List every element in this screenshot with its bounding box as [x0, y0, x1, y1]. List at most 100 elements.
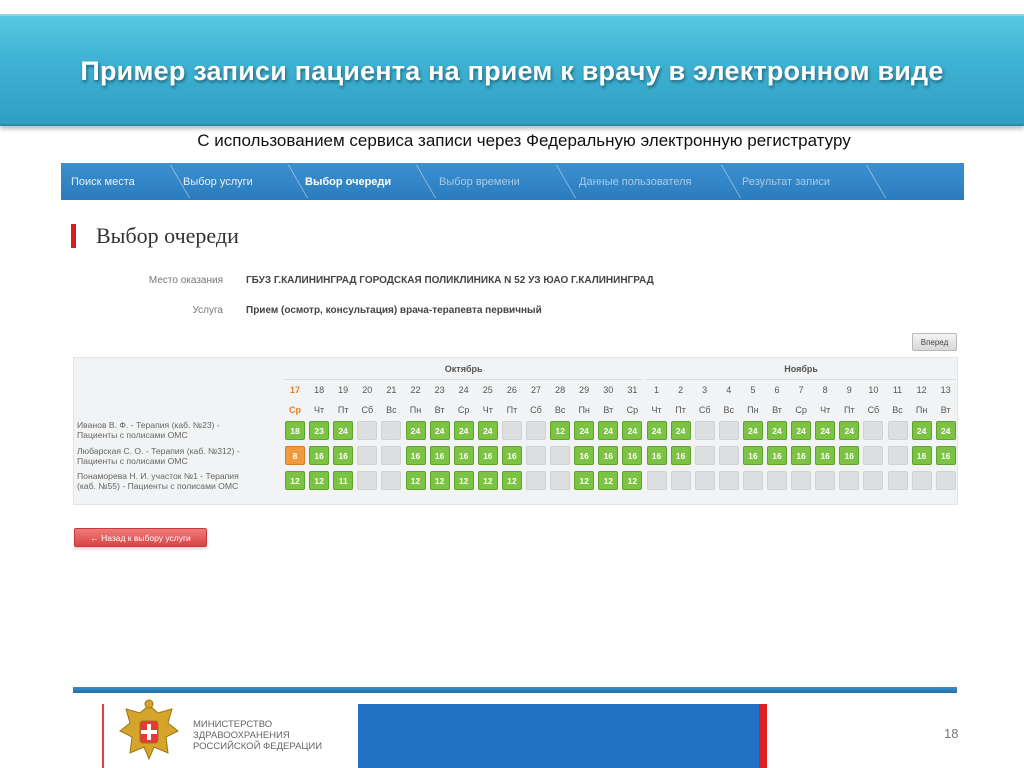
available-slots-cell[interactable]: 24: [839, 421, 860, 440]
day-of-week: Ср: [795, 405, 807, 415]
available-slots-cell[interactable]: 24: [622, 421, 643, 440]
day-number: 26: [506, 385, 517, 395]
available-slots-cell[interactable]: 24: [477, 421, 498, 440]
available-slots-cell[interactable]: 24: [815, 421, 836, 440]
available-slots-cell[interactable]: 24: [453, 421, 474, 440]
day-number: 13: [940, 385, 951, 395]
step-select-service[interactable]: Выбор услуги: [171, 163, 309, 200]
available-slots-cell[interactable]: 16: [646, 446, 667, 465]
day-of-week: Вт: [434, 405, 445, 415]
step-result[interactable]: Результат записи: [722, 163, 887, 200]
day-number: 11: [892, 385, 903, 395]
step-select-time[interactable]: Выбор времени: [417, 163, 577, 200]
available-slots-cell[interactable]: 12: [501, 471, 522, 490]
available-slots-cell[interactable]: 16: [309, 446, 330, 465]
step-search-place[interactable]: Поиск места: [61, 163, 191, 200]
step-user-data[interactable]: Данные пользователя: [557, 163, 742, 200]
day-number: 6: [774, 385, 780, 395]
available-slots-cell[interactable]: 12: [574, 471, 595, 490]
available-slots-cell[interactable]: 24: [405, 421, 426, 440]
available-slots-cell[interactable]: 16: [935, 446, 956, 465]
available-slots-cell[interactable]: 16: [429, 446, 450, 465]
available-slots-cell[interactable]: 12: [405, 471, 426, 490]
available-slots-cell[interactable]: 12: [429, 471, 450, 490]
day-number: 30: [603, 385, 614, 395]
available-slots-cell[interactable]: 12: [453, 471, 474, 490]
available-slots-cell[interactable]: 24: [670, 421, 691, 440]
available-slots-cell[interactable]: 12: [622, 471, 643, 490]
available-slots-cell[interactable]: 16: [791, 446, 812, 465]
empty-day-cell: [381, 446, 402, 465]
available-slots-cell[interactable]: 24: [935, 421, 956, 440]
available-slots-cell[interactable]: 16: [742, 446, 763, 465]
available-slots-cell[interactable]: 16: [815, 446, 836, 465]
empty-day-cell: [526, 421, 546, 440]
available-slots-cell[interactable]: 24: [598, 421, 619, 440]
day-number: 4: [726, 385, 732, 395]
day-of-week: Пт: [506, 405, 518, 415]
available-slots-cell[interactable]: 16: [574, 446, 595, 465]
slide-subtitle: С использованием сервиса записи через Фе…: [197, 131, 851, 150]
empty-day-cell: [550, 471, 571, 490]
day-of-week: Пн: [915, 405, 928, 415]
available-slots-cell[interactable]: 24: [429, 421, 450, 440]
day-of-week: Чт: [314, 405, 325, 415]
available-slots-cell[interactable]: 24: [574, 421, 595, 440]
available-slots-cell[interactable]: 16: [405, 446, 426, 465]
step-select-queue[interactable]: Выбор очереди: [289, 163, 437, 200]
doctor-queue-label: Пациенты с полисами ОМС: [77, 456, 188, 466]
available-slots-cell[interactable]: 16: [333, 446, 354, 465]
day-of-week: Сб: [530, 405, 542, 415]
place-value: ГБУЗ Г.КАЛИНИНГРАД ГОРОДСКАЯ ПОЛИКЛИНИКА…: [246, 275, 654, 286]
empty-day-cell: [381, 421, 402, 440]
registry-page: Поиск места Выбор услуги Выбор очереди В…: [61, 160, 964, 700]
available-slots-cell[interactable]: 8: [285, 446, 305, 465]
empty-day-cell: [718, 446, 739, 465]
available-slots-cell[interactable]: 12: [550, 421, 571, 440]
available-slots-cell[interactable]: 16: [598, 446, 619, 465]
available-slots-cell[interactable]: 12: [285, 471, 305, 490]
empty-day-cell: [694, 421, 715, 440]
available-slots-cell[interactable]: 24: [742, 421, 763, 440]
available-slots-cell[interactable]: 12: [309, 471, 330, 490]
day-of-week: Пт: [844, 405, 855, 415]
empty-day-cell: [357, 421, 378, 440]
available-slots-cell[interactable]: 16: [453, 446, 474, 465]
available-slots-cell[interactable]: 24: [767, 421, 787, 440]
available-slots-cell[interactable]: 12: [477, 471, 498, 490]
next-button[interactable]: Вперед: [912, 333, 957, 351]
doctor-queue-label: Любарская С. О. - Терапия (каб. №312) -: [77, 446, 240, 456]
available-slots-cell[interactable]: 16: [670, 446, 691, 465]
available-slots-cell[interactable]: 18: [285, 421, 305, 440]
slide-title-banner: Пример записи пациента на прием к врачу …: [0, 14, 1024, 126]
footer-blue-block: [358, 704, 759, 768]
day-of-week: Ср: [457, 405, 470, 415]
available-slots-cell[interactable]: 23: [309, 421, 330, 440]
doctor-queue-label: Пациенты с полисами ОМС: [77, 430, 188, 440]
available-slots-cell[interactable]: 16: [477, 446, 498, 465]
day-number: 19: [338, 385, 349, 395]
day-number: 27: [530, 385, 541, 395]
available-slots-cell[interactable]: 24: [646, 421, 667, 440]
day-number: 7: [798, 385, 804, 395]
day-of-week: Пт: [675, 405, 686, 415]
day-number: 23: [434, 385, 445, 395]
available-slots-cell[interactable]: 16: [622, 446, 643, 465]
available-slots-cell[interactable]: 16: [767, 446, 787, 465]
empty-day-cell: [718, 471, 739, 490]
day-of-week: Сб: [361, 405, 374, 415]
available-slots-cell[interactable]: 16: [501, 446, 522, 465]
available-slots-cell[interactable]: 24: [911, 421, 932, 440]
available-slots-cell[interactable]: 16: [839, 446, 860, 465]
available-slots-cell[interactable]: 12: [598, 471, 619, 490]
day-of-week: Вт: [772, 405, 782, 415]
empty-day-cell: [815, 471, 836, 490]
day-of-week: Сб: [867, 405, 880, 415]
available-slots-cell[interactable]: 24: [791, 421, 812, 440]
available-slots-cell[interactable]: 11: [333, 471, 354, 490]
empty-day-cell: [887, 471, 908, 490]
available-slots-cell[interactable]: 24: [333, 421, 354, 440]
available-slots-cell[interactable]: 16: [911, 446, 932, 465]
day-number: 21: [386, 385, 397, 395]
back-to-service-button[interactable]: ← Назад к выбору услуги: [74, 528, 207, 547]
